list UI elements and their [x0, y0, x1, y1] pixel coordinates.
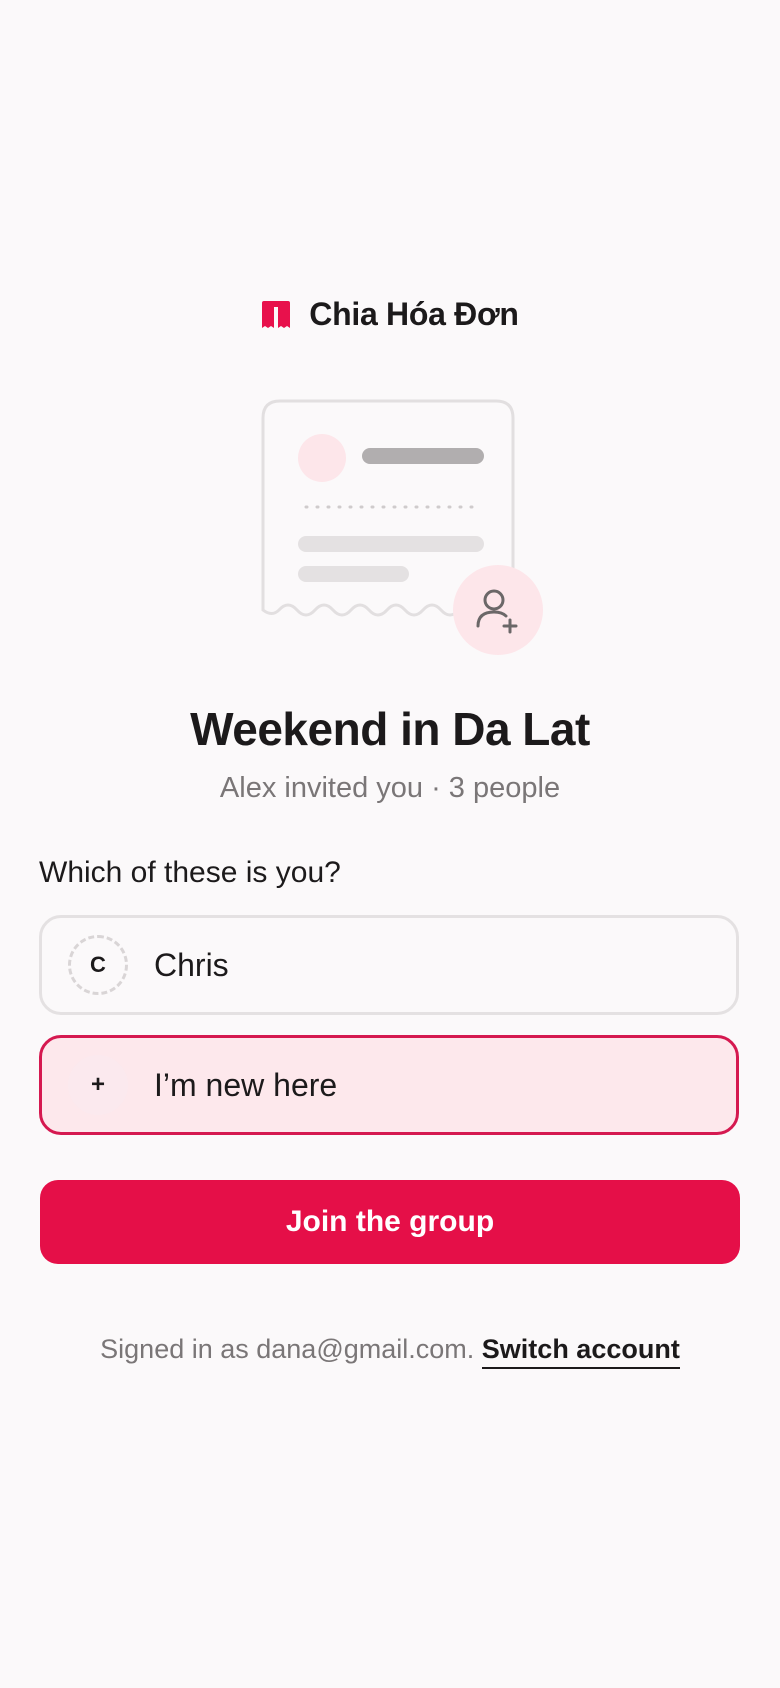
join-group-button[interactable]: Join the group	[40, 1180, 740, 1264]
member-option-label: Chris	[154, 946, 229, 983]
avatar: C	[68, 935, 128, 995]
account-footer: Signed in as dana@gmail.com. Switch acco…	[0, 1334, 780, 1369]
switch-account-link[interactable]: Switch account	[481, 1334, 680, 1369]
invite-subtitle: Alex invited you · 3 people	[219, 772, 561, 804]
member-question: Which of these is you?	[39, 856, 341, 889]
member-option-chris[interactable]: C Chris	[39, 915, 739, 1015]
brand-header: Chia Hóa Đơn	[0, 296, 780, 333]
member-option-label: I’m new here	[154, 1066, 338, 1103]
join-group-screen: Chia Hóa Đơn Weekend in Da Lat Alex invi…	[0, 0, 780, 1688]
signed-in-text: Signed in as dana@gmail.com.	[100, 1334, 475, 1364]
group-title: Weekend in Da Lat	[190, 703, 590, 755]
brand-name: Chia Hóa Đơn	[309, 296, 519, 332]
plus-icon: +	[68, 1055, 128, 1115]
member-option-new[interactable]: + I’m new here	[39, 1035, 739, 1135]
receipt-add-person-illustration	[261, 399, 543, 655]
receipt-logo-icon	[262, 300, 291, 328]
